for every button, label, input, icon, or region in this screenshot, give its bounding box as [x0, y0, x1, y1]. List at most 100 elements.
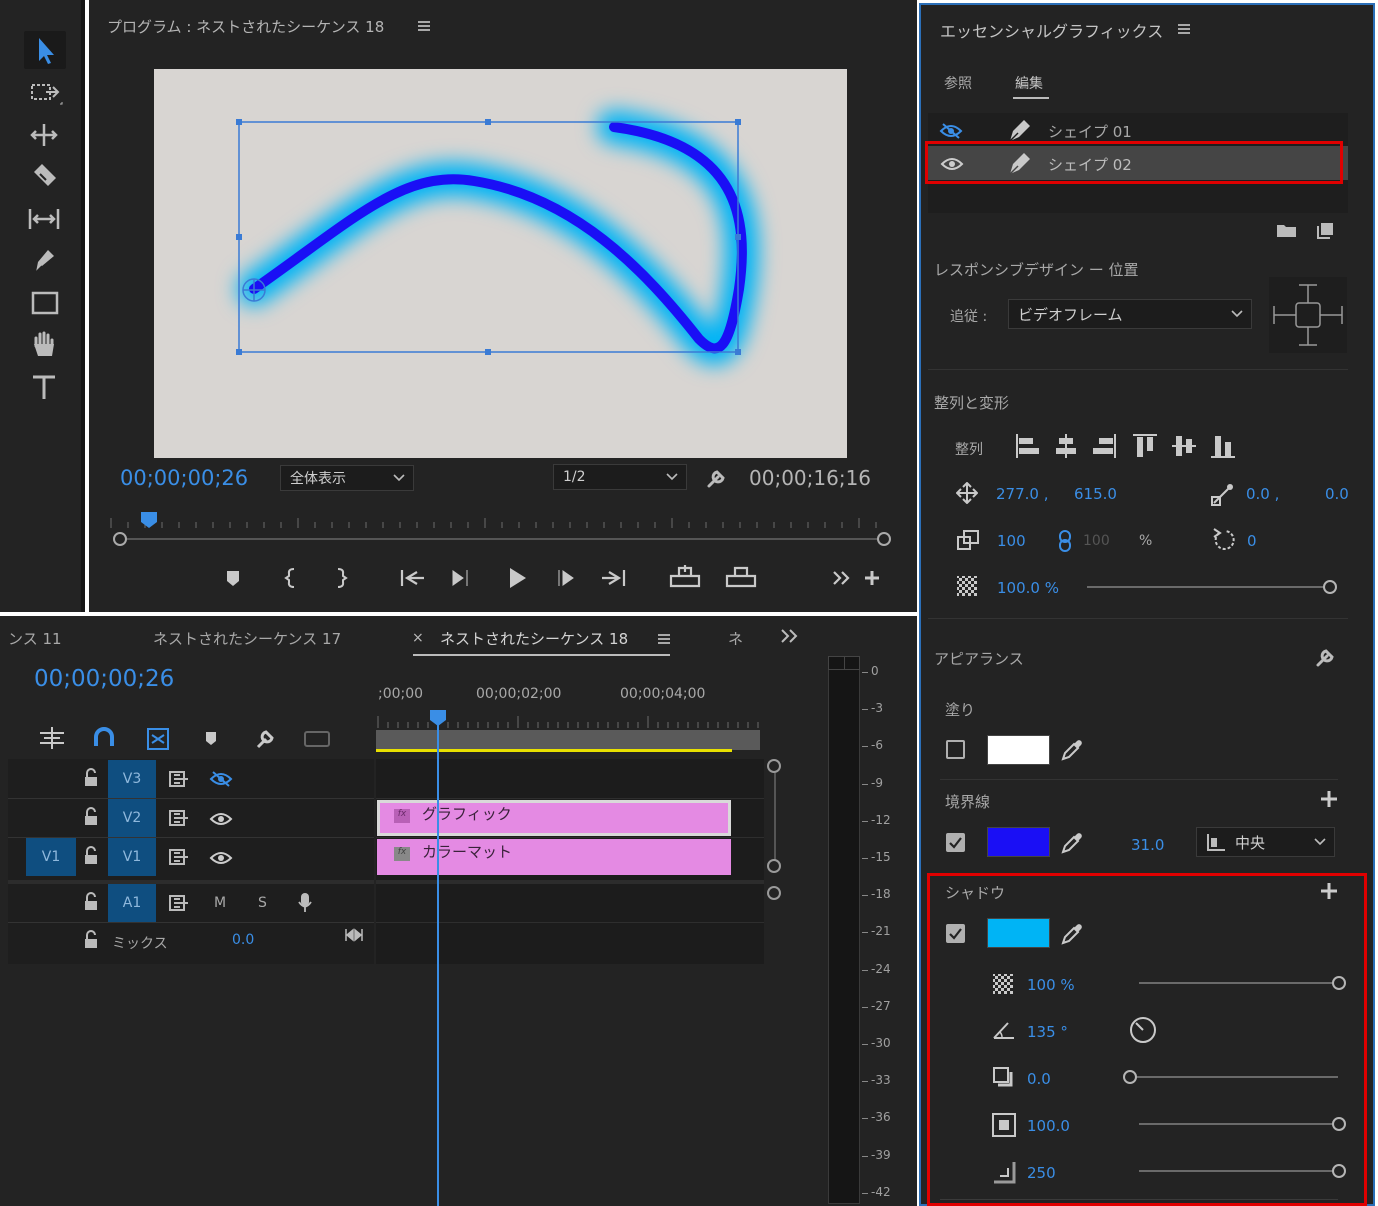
audio-meter: 0 -3 -6 -9 -12 -15 -18 -21 -24 -27 -30 -33 -36 -39 -42 — [808, 616, 917, 1206]
position-y[interactable]: 615.0 — [1074, 485, 1117, 503]
program-time-ruler[interactable] — [109, 510, 889, 530]
zoom-value: 全体表示 — [290, 471, 346, 487]
fx-badge-icon: fx — [394, 809, 410, 823]
fill-checkbox[interactable] — [946, 740, 965, 759]
meter-label: -36 — [871, 1110, 891, 1125]
lock-icon[interactable] — [83, 768, 99, 788]
razor-tool-icon[interactable] — [24, 160, 66, 194]
scale-value[interactable]: 100 — [997, 532, 1026, 550]
meter-label: -24 — [871, 961, 891, 976]
track-target-v1[interactable]: V1 — [108, 838, 156, 876]
graphic-clip[interactable]: fx グラフィック — [377, 800, 731, 836]
rectangle-tool-icon[interactable] — [24, 286, 66, 320]
link-icon[interactable] — [1058, 529, 1072, 553]
track-target-v2[interactable]: V2 — [108, 799, 156, 837]
captions-icon — [304, 731, 330, 747]
more-tabs-icon[interactable] — [780, 628, 798, 644]
lock-icon[interactable] — [83, 892, 99, 912]
zoom-dropdown[interactable]: 全体表示 — [280, 465, 414, 491]
chevron-down-icon — [666, 473, 678, 481]
stroke-width[interactable]: 31.0 — [1131, 836, 1164, 854]
video-frame[interactable] — [154, 69, 847, 458]
panel-menu-icon[interactable] — [417, 19, 431, 33]
go-to-end-icon[interactable] — [344, 927, 364, 943]
zoom-scrollbar[interactable] — [113, 532, 893, 546]
scale-height[interactable]: 100 — [1083, 533, 1110, 549]
type-tool-icon[interactable] — [24, 370, 66, 404]
work-area-bar[interactable] — [376, 730, 760, 750]
source-patch-v1[interactable]: V1 — [26, 838, 76, 876]
new-layer-icon[interactable] — [1317, 221, 1335, 239]
stroke-checkbox[interactable] — [946, 833, 965, 852]
eye-hidden-icon[interactable] — [209, 770, 233, 788]
appearance-settings-wrench-icon[interactable] — [1314, 645, 1338, 669]
pen-tool-icon[interactable] — [24, 244, 66, 278]
color-matte-clip[interactable]: fx カラーマット — [377, 839, 731, 875]
sync-lock-icon[interactable] — [168, 848, 190, 866]
track-select-tool-icon[interactable] — [24, 76, 66, 110]
stroke-align-dropdown[interactable]: 中央 — [1196, 827, 1335, 857]
tab-edit[interactable]: 編集 — [1015, 73, 1043, 93]
eye-icon[interactable] — [209, 849, 233, 867]
lock-icon[interactable] — [83, 807, 99, 827]
quality-dropdown[interactable]: 1/2 — [553, 464, 687, 490]
tab-sequence-18[interactable]: ネストされたシーケンス 18 — [440, 628, 628, 649]
slider-knob[interactable] — [1323, 580, 1337, 594]
meter-tick — [862, 1006, 868, 1008]
timeline-timecode[interactable]: 00;00;00;26 — [34, 666, 174, 692]
track-target-a1[interactable]: A1 — [108, 884, 156, 922]
microphone-icon[interactable] — [297, 892, 313, 914]
tab-sequence-17[interactable]: ネストされたシーケンス 17 — [153, 628, 341, 649]
video-scroll[interactable] — [766, 759, 784, 879]
follow-value: ビデオフレーム — [1018, 305, 1123, 324]
chevron-down-icon — [393, 474, 405, 482]
hand-tool-icon[interactable] — [24, 328, 66, 362]
eye-hidden-icon[interactable] — [939, 122, 963, 140]
tab-sequence-11[interactable]: ンス 11 — [8, 628, 62, 649]
opacity-slider[interactable] — [1087, 579, 1337, 595]
rotation-value[interactable]: 0 — [1247, 532, 1257, 550]
follow-dropdown[interactable]: ビデオフレーム — [1008, 299, 1252, 329]
new-group-icon[interactable] — [1276, 222, 1298, 238]
tab-close-icon[interactable]: × — [412, 630, 424, 646]
mix-label: ミックス — [112, 936, 168, 952]
sync-lock-icon[interactable] — [168, 894, 190, 912]
more-controls-icon — [833, 571, 850, 585]
lock-icon[interactable] — [83, 846, 99, 866]
lock-icon[interactable] — [83, 930, 99, 950]
panel-menu-icon[interactable] — [1177, 22, 1191, 36]
meter-tick — [862, 672, 868, 673]
anchor-x[interactable]: 0.0 , — [1246, 485, 1279, 503]
settings-wrench-icon[interactable] — [705, 466, 729, 490]
eye-icon[interactable] — [209, 810, 233, 828]
stroke-align-value: 中央 — [1235, 833, 1266, 852]
tab-overflow[interactable]: ネ — [728, 628, 743, 649]
solo-button[interactable]: S — [258, 895, 267, 911]
timeline-ruler[interactable]: ;00;00 00;00;02;00 00;00;04;00 — [376, 680, 766, 730]
opacity-value[interactable]: 100.0 % — [997, 579, 1059, 597]
position-x[interactable]: 277.0 , — [996, 485, 1048, 503]
add-stroke-icon[interactable] — [1320, 790, 1338, 808]
fill-color-swatch[interactable] — [987, 735, 1050, 765]
anchor-y[interactable]: 0.0 — [1325, 485, 1349, 503]
eyedropper-icon[interactable] — [1060, 738, 1084, 762]
sync-lock-icon[interactable] — [168, 770, 190, 788]
selection-tool-icon[interactable] — [24, 31, 66, 69]
pin-to-edges-widget[interactable] — [1269, 277, 1347, 353]
program-title: プログラム : ネストされたシーケンス 18 — [107, 18, 385, 36]
meter-label: -42 — [871, 1184, 891, 1199]
slip-tool-icon[interactable] — [24, 202, 66, 236]
program-current-timecode[interactable]: 00;00;00;26 — [120, 466, 248, 490]
eyedropper-icon[interactable] — [1060, 831, 1084, 855]
stroke-color-swatch[interactable] — [987, 827, 1050, 857]
mute-button[interactable]: M — [214, 895, 226, 911]
tab-browse[interactable]: 参照 — [944, 73, 972, 93]
sync-lock-icon[interactable] — [168, 809, 190, 827]
mix-value[interactable]: 0.0 — [232, 932, 254, 948]
go-to-out-icon — [602, 570, 626, 586]
panel-menu-icon[interactable] — [657, 632, 671, 646]
track-target-v3[interactable]: V3 — [108, 760, 156, 798]
ripple-edit-tool-icon[interactable] — [24, 118, 66, 152]
essential-graphics-panel: エッセンシャルグラフィックス 参照 編集 シェイプ 01 シェイプ 02 レスポ… — [919, 3, 1375, 1206]
playhead-line[interactable] — [437, 720, 439, 1206]
